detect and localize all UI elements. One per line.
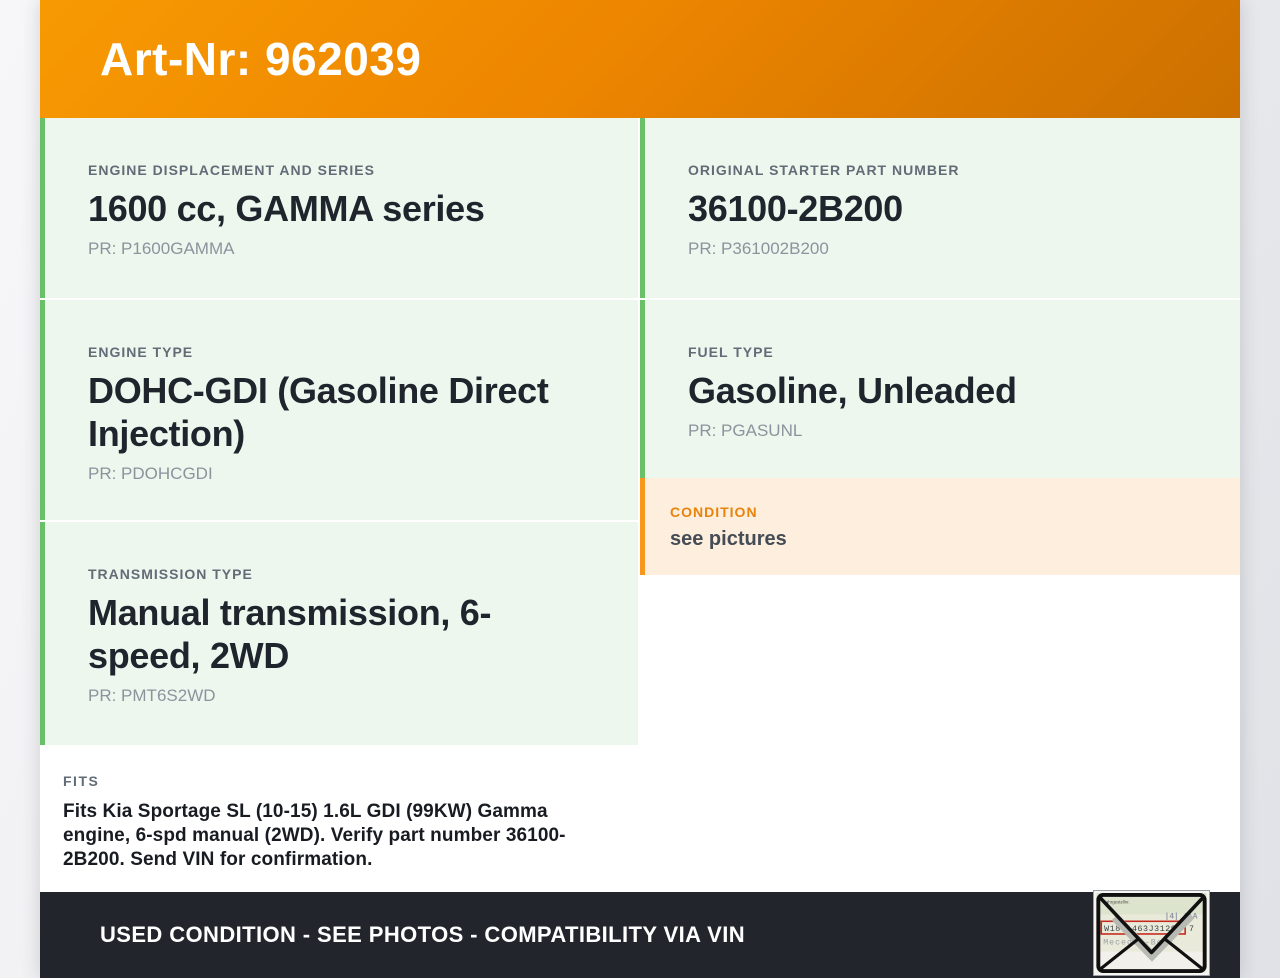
card-value: Manual transmission, 6-speed, 2WD xyxy=(88,592,492,676)
doc-vin-suffix: 7 xyxy=(1189,925,1194,934)
listing-page: Art-Nr: 962039 ENGINE DISPLACEMENT AND S… xyxy=(40,0,1240,978)
card-label: ORIGINAL STARTER PART NUMBER xyxy=(688,162,960,178)
page-title: Art-Nr: 962039 xyxy=(100,33,422,85)
card-pr-code: PR: PDOHCGDI xyxy=(88,464,213,483)
fits-section: FITS Fits Kia Sportage SL (10-15) 1.6L G… xyxy=(40,747,638,888)
card-pr-code: PR: PGASUNL xyxy=(688,421,803,440)
card-label: TRANSMISSION TYPE xyxy=(88,566,253,582)
card-value: 36100-2B200 xyxy=(688,188,903,229)
footer-banner-text: USED CONDITION - SEE PHOTOS - COMPATIBIL… xyxy=(100,922,746,947)
card-engine-displacement: ENGINE DISPLACEMENT AND SERIES 1600 cc, … xyxy=(40,118,638,298)
card-pr-code: PR: PMT6S2WD xyxy=(88,686,216,705)
fits-label: FITS xyxy=(63,773,100,789)
card-starter-part-number: ORIGINAL STARTER PART NUMBER 36100-2B200… xyxy=(640,118,1240,298)
envelope-icon: Fahrgestellnr. |4| AiA W1871463J31298 7 … xyxy=(1096,893,1207,973)
card-engine-type: ENGINE TYPE DOHC-GDI (Gasoline Direct In… xyxy=(40,300,638,520)
header: Art-Nr: 962039 xyxy=(40,0,1240,118)
card-value: 1600 cc, GAMMA series xyxy=(88,188,485,229)
card-value: Gasoline, Unleaded xyxy=(688,370,1017,411)
spec-grid: ENGINE DISPLACEMENT AND SERIES 1600 cc, … xyxy=(40,118,1240,888)
footer: USED CONDITION - SEE PHOTOS - COMPATIBIL… xyxy=(40,890,1240,978)
condition-label: CONDITION xyxy=(670,504,758,520)
card-fuel-type: FUEL TYPE Gasoline, Unleaded PR: PGASUNL xyxy=(640,300,1240,478)
column-left: ENGINE DISPLACEMENT AND SERIES 1600 cc, … xyxy=(40,118,638,888)
card-pr-code: PR: P1600GAMMA xyxy=(88,239,235,258)
vin-document-thumbnail: Fahrgestellnr. |4| AiA W1871463J31298 7 … xyxy=(1093,890,1210,976)
card-label: FUEL TYPE xyxy=(688,344,774,360)
column-right: ORIGINAL STARTER PART NUMBER 36100-2B200… xyxy=(640,118,1240,888)
card-label: ENGINE DISPLACEMENT AND SERIES xyxy=(88,162,375,178)
card-label: ENGINE TYPE xyxy=(88,344,194,360)
condition-card: CONDITION see pictures xyxy=(640,478,1240,575)
fits-text: Fits Kia Sportage SL (10-15) 1.6L GDI (9… xyxy=(63,801,566,870)
condition-value: see pictures xyxy=(670,528,787,550)
card-value: DOHC-GDI (Gasoline Direct Injection) xyxy=(88,370,549,454)
card-transmission-type: TRANSMISSION TYPE Manual transmission, 6… xyxy=(40,522,638,745)
card-pr-code: PR: P361002B200 xyxy=(688,239,829,258)
